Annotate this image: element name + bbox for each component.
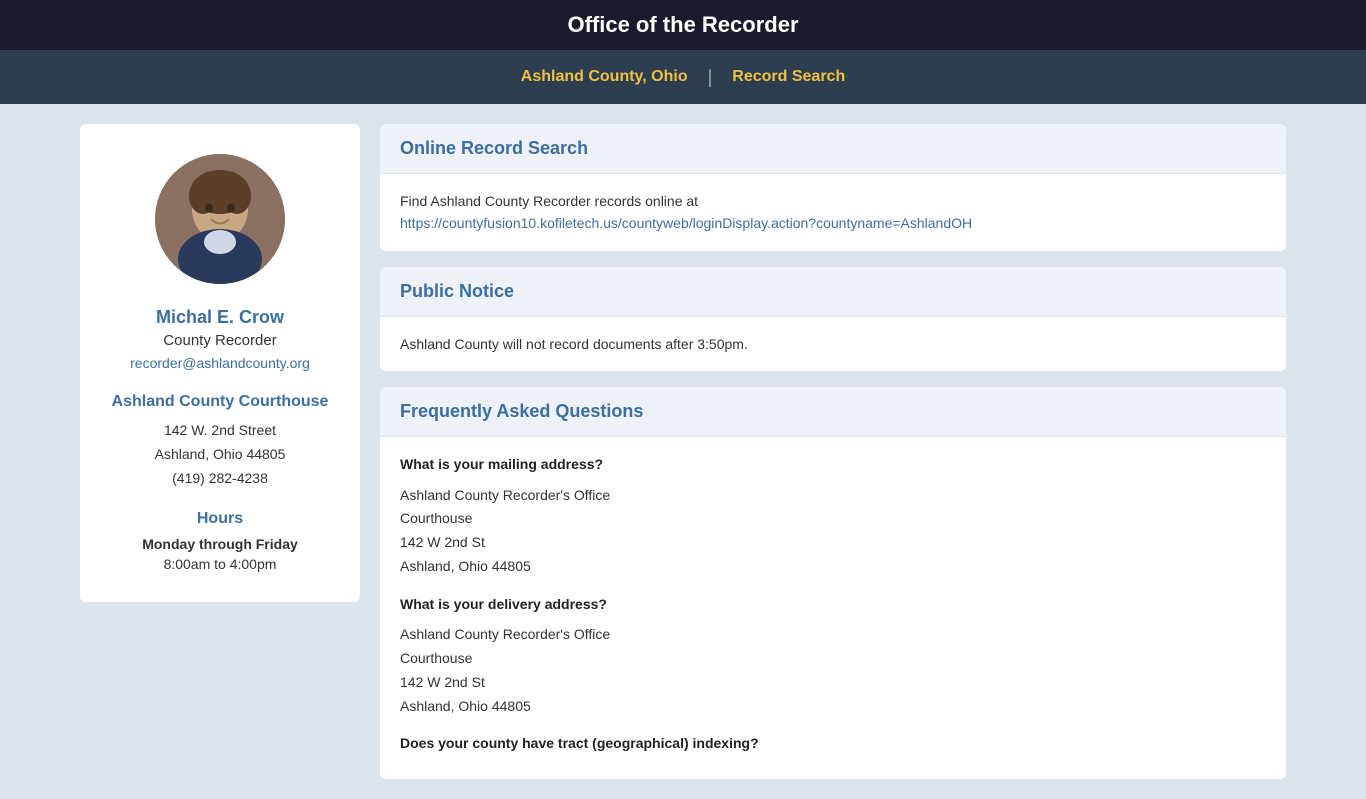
public-notice-body: Ashland County will not record documents…	[380, 317, 1286, 371]
header-title: Office of the Recorder	[567, 12, 798, 37]
faq-answer-0: Ashland County Recorder's OfficeCourthou…	[400, 484, 1266, 579]
address-phone: (419) 282-4238	[100, 467, 340, 491]
public-notice-text: Ashland County will not record documents…	[400, 336, 748, 352]
address-section: Ashland County Courthouse 142 W. 2nd Str…	[100, 393, 340, 490]
faq-question-0: What is your mailing address?	[400, 453, 1266, 475]
sidebar-card: Michal E. Crow County Recorder recorder@…	[80, 124, 360, 602]
online-record-search-card: Online Record Search Find Ashland County…	[380, 124, 1286, 251]
address-line1: 142 W. 2nd Street	[100, 419, 340, 443]
hours-section: Hours Monday through Friday 8:00am to 4:…	[100, 510, 340, 572]
public-notice-header: Public Notice	[380, 267, 1286, 317]
online-search-intro: Find Ashland County Recorder records onl…	[400, 193, 698, 209]
public-notice-card: Public Notice Ashland County will not re…	[380, 267, 1286, 371]
faq-answer-1: Ashland County Recorder's OfficeCourthou…	[400, 623, 1266, 718]
faq-card: Frequently Asked Questions What is your …	[380, 387, 1286, 779]
hours-time: 8:00am to 4:00pm	[100, 556, 340, 572]
person-title: County Recorder	[100, 332, 340, 349]
online-search-body: Find Ashland County Recorder records onl…	[380, 174, 1286, 251]
page-header: Office of the Recorder	[0, 0, 1366, 50]
right-content: Online Record Search Find Ashland County…	[380, 124, 1286, 779]
faq-question-1: What is your delivery address?	[400, 593, 1266, 615]
online-search-header: Online Record Search	[380, 124, 1286, 174]
faq-body: What is your mailing address? Ashland Cou…	[380, 437, 1286, 779]
avatar	[155, 154, 285, 284]
public-notice-title: Public Notice	[400, 281, 514, 301]
hours-days: Monday through Friday	[100, 536, 340, 552]
nav-separator: |	[708, 67, 713, 88]
record-search-link[interactable]: Record Search	[722, 64, 855, 90]
county-link[interactable]: Ashland County, Ohio	[511, 64, 698, 90]
nav-bar: Ashland County, Ohio | Record Search	[0, 50, 1366, 104]
main-content: Michal E. Crow County Recorder recorder@…	[0, 104, 1366, 799]
address-lines: 142 W. 2nd Street Ashland, Ohio 44805 (4…	[100, 419, 340, 490]
hours-label: Hours	[100, 510, 340, 528]
online-search-link[interactable]: https://countyfusion10.kofiletech.us/cou…	[400, 215, 972, 231]
faq-header: Frequently Asked Questions	[380, 387, 1286, 437]
address-line2: Ashland, Ohio 44805	[100, 443, 340, 467]
online-search-title: Online Record Search	[400, 138, 588, 158]
faq-title: Frequently Asked Questions	[400, 401, 643, 421]
person-email-link[interactable]: recorder@ashlandcounty.org	[130, 355, 310, 371]
courthouse-label: Ashland County Courthouse	[100, 393, 340, 411]
person-name: Michal E. Crow	[100, 307, 340, 328]
faq-question-2: Does your county have tract (geographica…	[400, 732, 1266, 754]
avatar-container	[100, 154, 340, 289]
